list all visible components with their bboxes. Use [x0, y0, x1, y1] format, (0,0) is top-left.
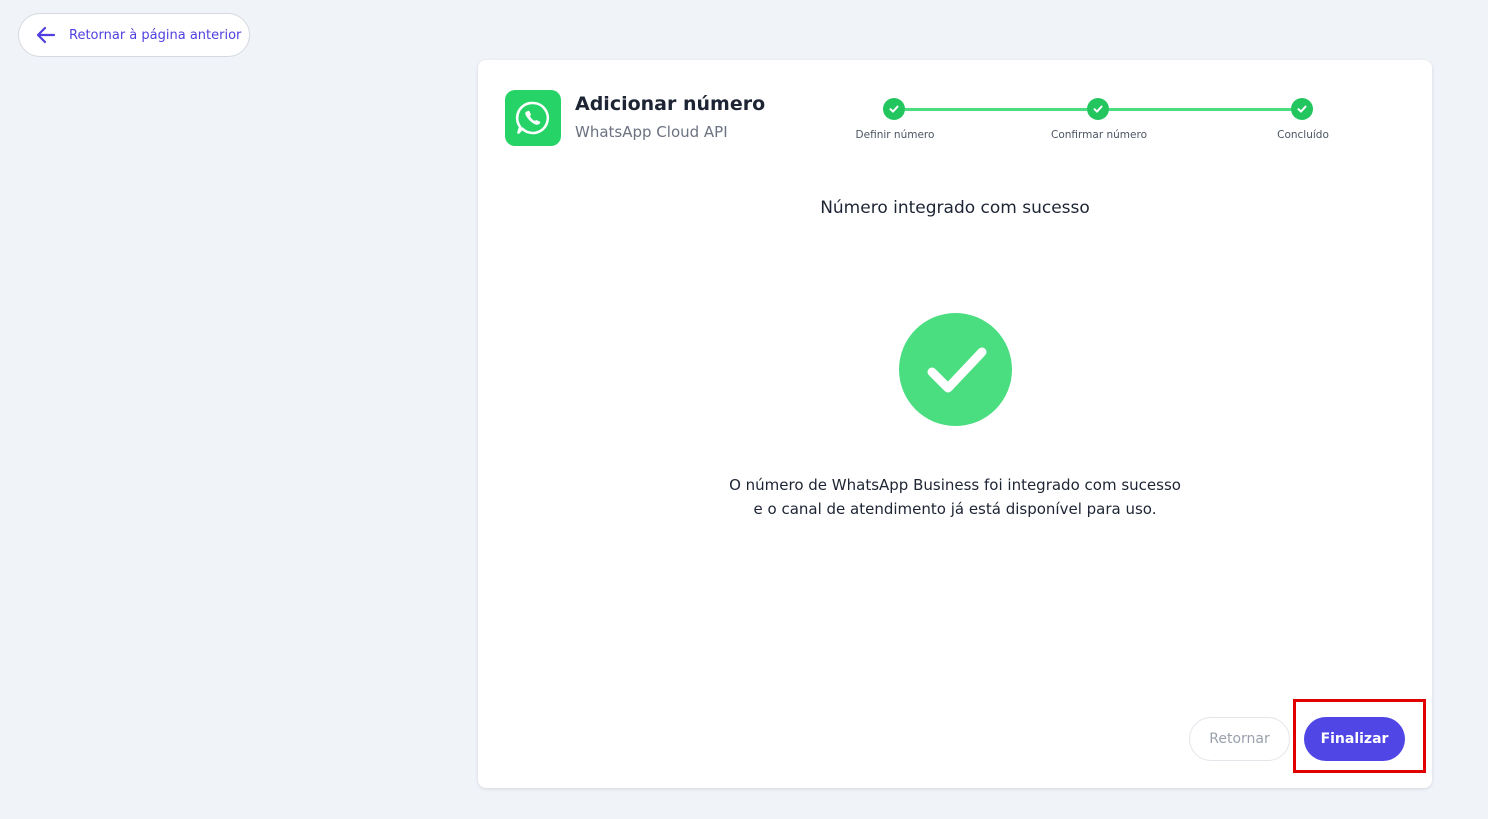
success-message-line-1: O número de WhatsApp Business foi integr…	[729, 476, 1181, 494]
step-2-label: Confirmar número	[1051, 129, 1147, 141]
check-circle-icon	[899, 313, 1012, 426]
step-3-label: Concluído	[1277, 129, 1329, 141]
step-1-label: Definir número	[855, 129, 935, 141]
return-button[interactable]: Retornar	[1189, 717, 1290, 761]
success-message-line-2: e o canal de atendimento já está disponí…	[753, 500, 1157, 518]
step-1-check-icon	[883, 98, 905, 120]
whatsapp-icon	[505, 90, 561, 146]
step-3-check-icon	[1291, 98, 1313, 120]
step-2-check-icon	[1087, 98, 1109, 120]
add-number-card: Adicionar número WhatsApp Cloud API Defi…	[478, 60, 1432, 788]
back-link-label: Retornar à página anterior	[69, 27, 242, 43]
back-to-previous-page-button[interactable]: Retornar à página anterior	[18, 13, 250, 57]
stepper-connector-2	[1109, 108, 1291, 111]
success-heading: Número integrado com sucesso	[820, 198, 1090, 218]
page-subtitle: WhatsApp Cloud API	[575, 123, 728, 141]
page-title: Adicionar número	[575, 93, 766, 115]
finish-button[interactable]: Finalizar	[1304, 717, 1405, 761]
arrow-left-icon	[35, 24, 57, 46]
stepper-connector-1	[905, 108, 1087, 111]
success-message: O número de WhatsApp Business foi integr…	[478, 473, 1432, 521]
